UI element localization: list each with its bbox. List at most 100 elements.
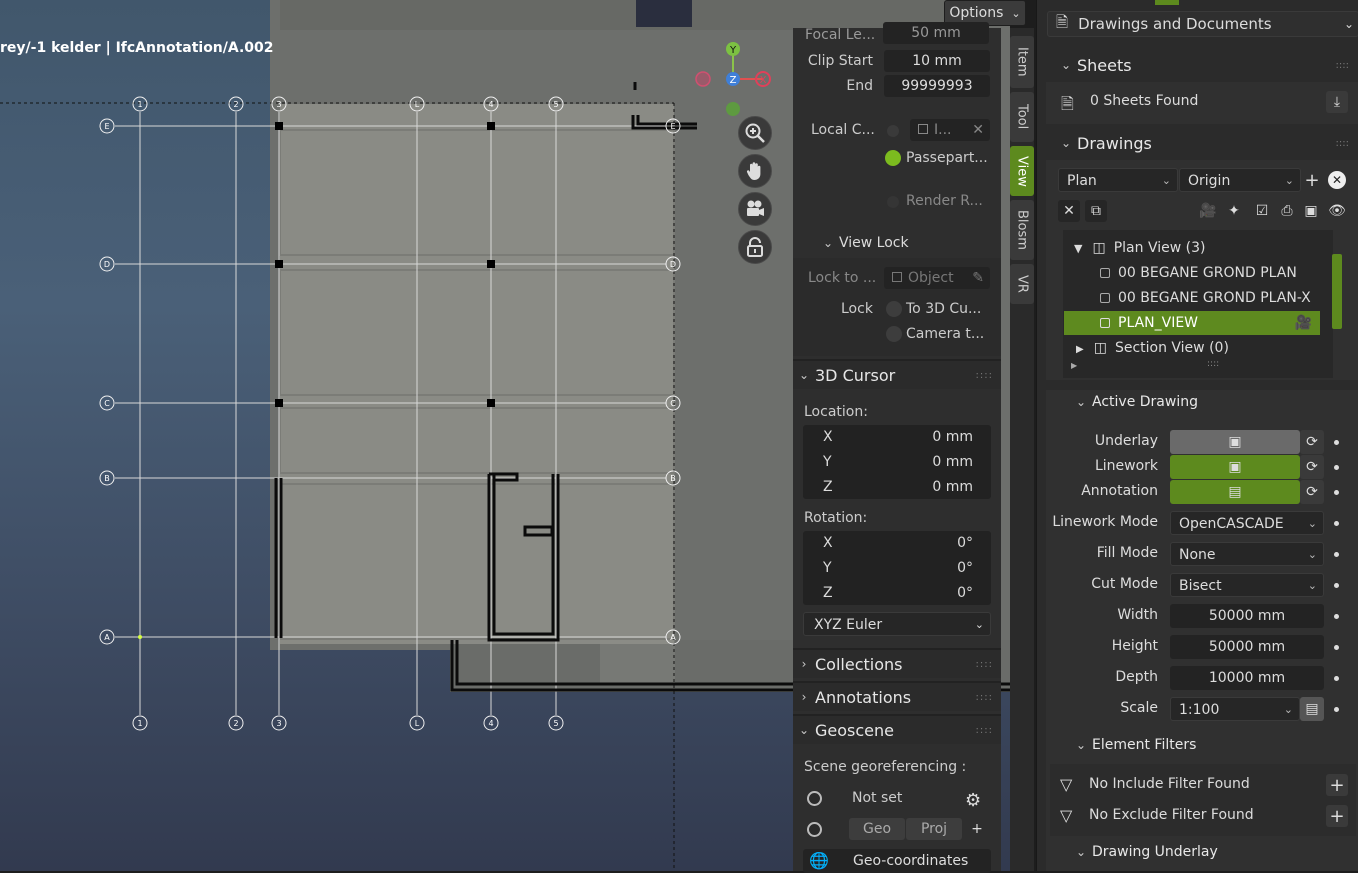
pan-hand-icon[interactable] xyxy=(738,154,772,188)
decorator-dot[interactable] xyxy=(1334,707,1339,712)
active-drawing-header[interactable]: ⌄ Active Drawing xyxy=(1070,394,1198,410)
rotation-y-field[interactable]: 0° xyxy=(957,560,973,576)
rotation-fields[interactable]: X 0° Y 0° Z 0° xyxy=(803,531,991,605)
clear-icon[interactable]: ✕ xyxy=(972,119,984,141)
rotation-z-field[interactable]: 0° xyxy=(957,585,973,601)
camera-icon[interactable]: 🎥 xyxy=(1295,311,1312,335)
checkbox-icon[interactable] xyxy=(1100,293,1110,303)
gear-icon[interactable]: ⚙ xyxy=(965,790,981,811)
duplicate-icon[interactable]: ⧉ xyxy=(1085,200,1107,222)
passepartout-checkbox[interactable] xyxy=(885,150,901,166)
editor-type-select[interactable]: 🗎 Drawings and Documents ⌄ xyxy=(1047,11,1358,37)
cut-mode-select[interactable]: Bisect ⌄ xyxy=(1170,573,1324,597)
drag-handle-icon[interactable]: :::: xyxy=(976,659,993,670)
drag-handle-icon[interactable]: :::: xyxy=(1336,138,1349,149)
tab-vr[interactable]: VR xyxy=(1010,264,1034,304)
underlay-toggle[interactable]: ▣ xyxy=(1170,430,1300,454)
proj-button[interactable]: Proj xyxy=(906,818,962,840)
tree-item[interactable]: 00 BEGANE GROND PLAN-X xyxy=(1064,286,1320,310)
checkbox-icon[interactable] xyxy=(1100,268,1110,278)
element-filters-header[interactable]: ⌄ Element Filters xyxy=(1070,737,1196,753)
rotation-mode-select[interactable]: XYZ Euler ⌄ xyxy=(803,612,991,636)
drag-handle-icon[interactable]: :::: xyxy=(1336,60,1349,71)
decorator-dot[interactable] xyxy=(1334,465,1339,470)
height-field[interactable]: 50000 mm xyxy=(1170,635,1324,659)
add-exclude-filter-icon[interactable]: + xyxy=(1326,805,1348,827)
image-icon[interactable]: ▣ xyxy=(1300,200,1322,222)
tree-section-view[interactable]: ▶ ◫ Section View (0) xyxy=(1064,336,1320,360)
width-field[interactable]: 50000 mm xyxy=(1170,604,1324,628)
location-x-field[interactable]: 0 mm xyxy=(932,429,973,445)
linework-mode-select[interactable]: OpenCASCADE ⌄ xyxy=(1170,511,1324,535)
geo-coordinates-row[interactable]: 🌐 Geo-coordinates xyxy=(803,849,991,873)
decorator-dot[interactable] xyxy=(1334,440,1339,445)
clip-end-field[interactable]: 99999993 xyxy=(884,75,990,97)
drawings-header[interactable]: ⌄ Drawings:::: xyxy=(1055,132,1355,154)
remove-drawing-icon[interactable]: ✕ xyxy=(1326,169,1348,191)
expand-icon[interactable]: ▶ xyxy=(1071,361,1077,370)
clip-start-field[interactable]: 10 mm xyxy=(884,50,990,72)
annotation-icon[interactable]: ▤ xyxy=(1300,697,1324,721)
radio-icon[interactable] xyxy=(807,791,822,806)
eyedropper-icon[interactable]: ✎ xyxy=(972,267,984,289)
location-fields[interactable]: X 0 mm Y 0 mm Z 0 mm xyxy=(803,425,991,499)
annotations-header[interactable]: › Annotations:::: xyxy=(793,681,1001,711)
annotation-toggle[interactable]: ▤ xyxy=(1170,480,1300,504)
location-y-field[interactable]: 0 mm xyxy=(932,454,973,470)
sheets-header[interactable]: ⌄ Sheets:::: xyxy=(1055,54,1355,76)
download-icon[interactable]: ⤓ xyxy=(1326,91,1348,113)
tree-scrollbar[interactable] xyxy=(1332,254,1342,329)
drag-handle-icon[interactable]: :::: xyxy=(976,725,993,736)
print-icon[interactable]: ⎙ xyxy=(1276,200,1298,222)
zoom-icon[interactable] xyxy=(738,116,772,150)
decorator-dot[interactable] xyxy=(1334,614,1339,619)
resize-handle-icon[interactable]: :::: xyxy=(1207,359,1219,369)
scale-select[interactable]: 1:100 ⌄ xyxy=(1170,697,1300,721)
add-icon[interactable]: + xyxy=(965,818,989,840)
refresh-icon[interactable]: ⟳ xyxy=(1300,480,1324,504)
tab-view[interactable]: View xyxy=(1010,146,1034,196)
local-camera-object-field[interactable]: I... ✕ xyxy=(910,119,990,141)
decorator-dot[interactable] xyxy=(1334,676,1339,681)
collections-header[interactable]: › Collections:::: xyxy=(793,648,1001,678)
drawing-origin-select[interactable]: Origin ⌄ xyxy=(1179,168,1301,192)
unlock-icon[interactable] xyxy=(738,230,772,264)
location-z-field[interactable]: 0 mm xyxy=(932,479,973,495)
3d-cursor-header[interactable]: ⌄ 3D Cursor:::: xyxy=(793,359,1001,389)
close-icon[interactable]: ✕ xyxy=(1058,200,1080,222)
drag-handle-icon[interactable]: :::: xyxy=(976,692,993,703)
add-camera-icon[interactable]: ✦ xyxy=(1223,200,1245,222)
lock-camera-checkbox[interactable] xyxy=(886,326,902,342)
camera-view-icon[interactable] xyxy=(738,192,772,226)
local-camera-checkbox[interactable] xyxy=(887,125,899,137)
geoscene-header[interactable]: ⌄ Geoscene:::: xyxy=(793,714,1001,744)
lock-to-cursor-checkbox[interactable] xyxy=(886,301,902,317)
decorator-dot[interactable] xyxy=(1334,552,1339,557)
tree-plan-view[interactable]: ▼ ◫ Plan View (3) xyxy=(1064,236,1320,260)
camera-icon[interactable]: 🎥 xyxy=(1197,200,1219,222)
decorator-dot[interactable] xyxy=(1334,490,1339,495)
drag-handle-icon[interactable]: :::: xyxy=(976,370,993,381)
refresh-icon[interactable]: ⟳ xyxy=(1300,455,1324,479)
view-lock-header[interactable]: ⌄ View Lock xyxy=(793,228,1001,258)
tab-tool[interactable]: Tool xyxy=(1010,92,1034,142)
checkbox-icon[interactable]: ☑ xyxy=(1251,200,1273,222)
decorator-dot[interactable] xyxy=(1334,521,1339,526)
tab-blosm[interactable]: Blosm xyxy=(1010,200,1034,260)
geo-button[interactable]: Geo xyxy=(849,818,905,840)
decorator-dot[interactable] xyxy=(1334,645,1339,650)
linework-toggle[interactable]: ▣ xyxy=(1170,455,1300,479)
checkbox-icon[interactable] xyxy=(1100,318,1110,328)
render-region-checkbox[interactable] xyxy=(887,196,899,208)
focal-length-field[interactable]: 50 mm xyxy=(883,22,989,44)
tree-item-selected[interactable]: PLAN_VIEW 🎥 xyxy=(1064,311,1320,335)
drawing-type-select[interactable]: Plan ⌄ xyxy=(1058,168,1178,192)
radio-icon[interactable] xyxy=(807,822,822,837)
drawing-underlay-header[interactable]: ⌄ Drawing Underlay xyxy=(1070,844,1218,860)
lock-object-field[interactable]: Object ✎ xyxy=(884,267,990,289)
refresh-icon[interactable]: ⟳ xyxy=(1300,430,1324,454)
fill-mode-select[interactable]: None ⌄ xyxy=(1170,542,1324,566)
eye-icon[interactable]: 👁 xyxy=(1326,200,1348,222)
rotation-x-field[interactable]: 0° xyxy=(957,535,973,551)
decorator-dot[interactable] xyxy=(1334,583,1339,588)
